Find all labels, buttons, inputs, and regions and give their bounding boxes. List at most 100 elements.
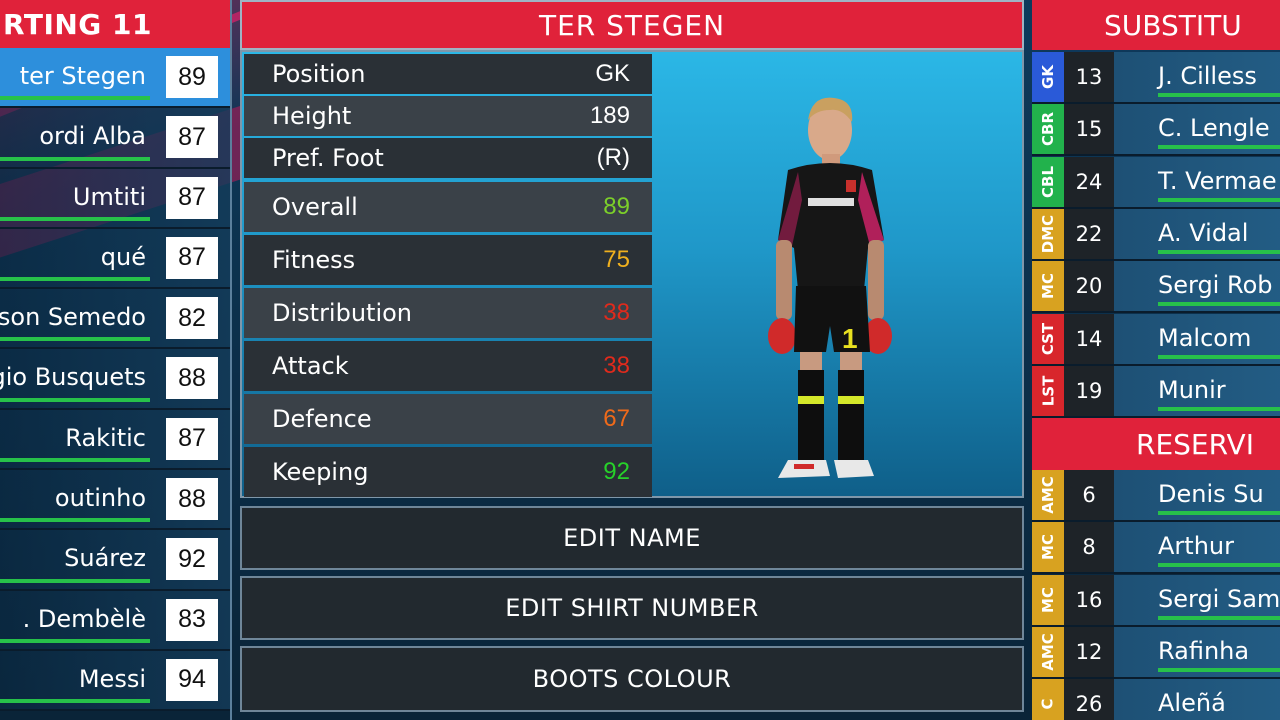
starting-eleven-panel: RTING 11 ter Stegen 89 ordi Alba 87 Umtiti 87… bbox=[0, 0, 232, 720]
player-name: qué bbox=[100, 242, 146, 271]
player-rating: 88 bbox=[166, 357, 218, 400]
player-rating: 87 bbox=[166, 176, 218, 219]
stat-value: (R) bbox=[596, 144, 630, 171]
substitutes-title: SUBSTITU bbox=[1032, 0, 1280, 50]
fitness-bar bbox=[0, 397, 150, 402]
substitute-row[interactable]: CBL 24 T. Vermae bbox=[1032, 156, 1280, 209]
starting-player-row[interactable]: . Dembèlè 83 bbox=[0, 590, 230, 651]
starting-player-row[interactable]: ter Stegen 89 bbox=[0, 48, 230, 109]
fitness-bar bbox=[1158, 93, 1280, 97]
player-name: Suárez bbox=[64, 544, 146, 573]
starting-player-row[interactable]: ordi Alba 87 bbox=[0, 108, 230, 169]
player-name: Messi bbox=[78, 664, 146, 693]
stat-label: Fitness bbox=[272, 246, 356, 274]
starting-player-row[interactable]: rgio Busquets 88 bbox=[0, 349, 230, 410]
starting-player-row[interactable]: Rakitic 87 bbox=[0, 409, 230, 471]
starting-player-row[interactable]: lson Semedo 82 bbox=[0, 289, 230, 350]
substitute-row[interactable]: GK 13 J. Cilless bbox=[1032, 52, 1280, 104]
reserve-row[interactable]: AMC 12 Rafinha bbox=[1032, 626, 1280, 679]
player-name: ordi Alba bbox=[39, 122, 146, 151]
player-name: outinho bbox=[54, 484, 146, 513]
position-badge: DMC bbox=[1032, 208, 1064, 259]
edit-shirt-number-button[interactable]: EDIT SHIRT NUMBER bbox=[240, 576, 1024, 640]
edit-name-button[interactable]: EDIT NAME bbox=[240, 506, 1024, 570]
substitute-row[interactable]: DMC 22 A. Vidal bbox=[1032, 208, 1280, 261]
shirt-number-cell: 24 bbox=[1064, 156, 1114, 207]
reserves-title: RESERVI bbox=[1032, 418, 1280, 470]
stat-value: 89 bbox=[603, 193, 630, 220]
shirt-number-cell: 20 bbox=[1064, 261, 1114, 312]
player-name: A. Vidal bbox=[1158, 218, 1249, 247]
starting-eleven-list: ter Stegen 89 ordi Alba 87 Umtiti 87 qué 87 lson… bbox=[0, 48, 230, 712]
position-badge: LST bbox=[1032, 365, 1064, 416]
starting-player-row[interactable]: Umtiti 87 bbox=[0, 168, 230, 229]
reserve-row[interactable]: MC 8 Arthur bbox=[1032, 522, 1280, 575]
fitness-bar bbox=[1158, 145, 1280, 150]
player-rating: 87 bbox=[166, 236, 218, 279]
player-rating: 82 bbox=[166, 297, 218, 340]
player-rating: 89 bbox=[166, 56, 218, 98]
player-rating: 87 bbox=[166, 116, 218, 159]
starting-player-row[interactable]: Suárez 92 bbox=[0, 530, 230, 591]
starting-eleven-title: RTING 11 bbox=[0, 0, 230, 48]
fitness-bar bbox=[0, 156, 150, 161]
fitness-bar bbox=[1158, 354, 1280, 359]
reserve-row[interactable]: C 26 Aleñá bbox=[1032, 679, 1280, 720]
substitute-row[interactable]: CST 14 Malcom bbox=[1032, 313, 1280, 366]
player-name: Sergi Rob bbox=[1158, 271, 1273, 300]
fitness-bar bbox=[1158, 302, 1280, 307]
fitness-bar bbox=[1158, 197, 1280, 202]
stat-label: Height bbox=[272, 102, 352, 130]
fitness-bar bbox=[1158, 615, 1280, 620]
starting-player-row[interactable]: Messi 94 bbox=[0, 650, 230, 712]
position-badge: AMC bbox=[1032, 470, 1064, 520]
starting-player-row[interactable]: qué 87 bbox=[0, 228, 230, 290]
substitute-row[interactable]: LST 19 Munir bbox=[1032, 365, 1280, 418]
fitness-bar bbox=[0, 638, 150, 643]
stat-label: Position bbox=[272, 60, 366, 88]
fitness-bar bbox=[0, 578, 150, 583]
position-badge: C bbox=[1032, 679, 1064, 720]
player-name-title: TER STEGEN bbox=[240, 0, 1024, 50]
player-name: Rafinha bbox=[1158, 636, 1250, 665]
fitness-bar bbox=[0, 699, 150, 704]
shirt-number-cell: 8 bbox=[1064, 522, 1114, 573]
shirt-number-cell: 13 bbox=[1064, 52, 1114, 102]
boots-colour-button[interactable]: BOOTS COLOUR bbox=[240, 646, 1024, 712]
stat-label: Overall bbox=[272, 193, 358, 221]
substitute-row[interactable]: MC 20 Sergi Rob bbox=[1032, 261, 1280, 314]
position-badge: AMC bbox=[1032, 626, 1064, 677]
position-badge: CBL bbox=[1032, 156, 1064, 207]
stat-row: Keeping 92 bbox=[244, 447, 652, 497]
panel-divider bbox=[230, 0, 232, 720]
reserve-row[interactable]: MC 16 Sergi Sam bbox=[1032, 574, 1280, 627]
player-rating: 94 bbox=[166, 658, 218, 701]
stat-value: 75 bbox=[603, 246, 630, 273]
player-stats-panel: Position GK Height 189 Pref. Foot (R) Overall 8… bbox=[240, 50, 1024, 498]
stat-row: Pref. Foot (R) bbox=[244, 138, 652, 178]
stat-value: 38 bbox=[603, 299, 630, 326]
player-name: Aleñá bbox=[1158, 689, 1226, 718]
fitness-bar bbox=[0, 458, 150, 463]
stat-label: Attack bbox=[272, 352, 349, 380]
player-rating: 88 bbox=[166, 478, 218, 521]
fitness-bar bbox=[1158, 406, 1280, 411]
reserve-row[interactable]: AMC 6 Denis Su bbox=[1032, 470, 1280, 522]
shirt-number-cell: 22 bbox=[1064, 208, 1114, 259]
stat-label: Defence bbox=[272, 405, 372, 433]
starting-player-row[interactable]: outinho 88 bbox=[0, 470, 230, 531]
player-rating: 92 bbox=[166, 538, 218, 581]
shirt-number-cell: 14 bbox=[1064, 313, 1114, 364]
stat-label: Pref. Foot bbox=[272, 144, 384, 172]
position-badge: MC bbox=[1032, 261, 1064, 312]
fitness-bar bbox=[1158, 667, 1280, 672]
fitness-bar bbox=[1158, 249, 1280, 254]
shirt-number-cell: 12 bbox=[1064, 626, 1114, 677]
player-model-image: 1 bbox=[768, 97, 892, 478]
position-badge: MC bbox=[1032, 574, 1064, 625]
stat-value: 67 bbox=[603, 405, 630, 432]
fitness-bar bbox=[1158, 563, 1280, 568]
player-name: Denis Su bbox=[1158, 480, 1264, 508]
player-name: Malcom bbox=[1158, 323, 1252, 352]
substitute-row[interactable]: CBR 15 C. Lengle bbox=[1032, 104, 1280, 157]
